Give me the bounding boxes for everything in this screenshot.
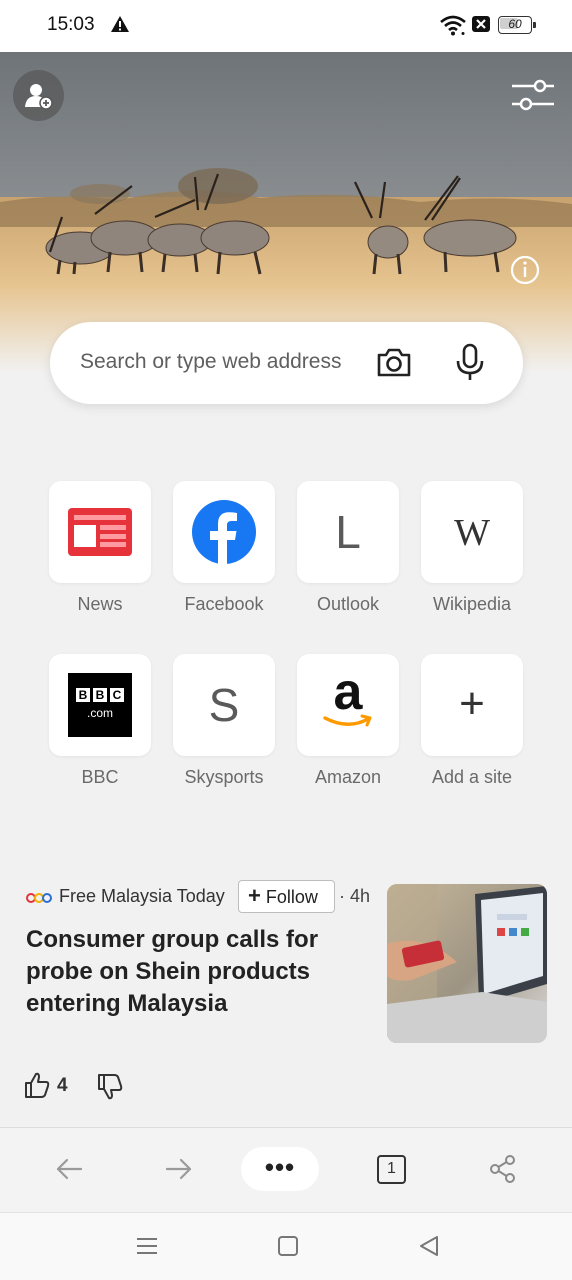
forward-arrow-icon[interactable] bbox=[165, 1155, 193, 1183]
bbc-logo-letter: B bbox=[93, 688, 107, 702]
letter-icon: L bbox=[335, 506, 361, 558]
top-site-label: Add a site bbox=[431, 767, 513, 787]
battery-level: 60 bbox=[508, 17, 522, 31]
camera-icon[interactable] bbox=[376, 345, 412, 379]
top-site-amazon[interactable]: a Amazon bbox=[297, 654, 401, 788]
status-time: 15:03 bbox=[47, 14, 95, 35]
top-site-label: Amazon bbox=[314, 767, 382, 787]
facebook-icon bbox=[192, 500, 256, 564]
bbc-logo-letter: C bbox=[110, 688, 124, 702]
plus-icon: + bbox=[248, 883, 261, 908]
plus-icon: + bbox=[459, 679, 485, 728]
top-site-wikipedia[interactable]: W Wikipedia bbox=[421, 481, 525, 615]
like-count: 4 bbox=[57, 1075, 68, 1096]
top-site-facebook[interactable]: Facebook bbox=[173, 481, 277, 615]
status-bar: 15:03 60 bbox=[0, 0, 572, 52]
menu-button[interactable]: ••• bbox=[241, 1147, 319, 1191]
top-site-label: BBC bbox=[81, 767, 119, 787]
warning-icon bbox=[111, 16, 129, 32]
add-profile-icon bbox=[25, 84, 53, 110]
follow-button[interactable]: + Follow bbox=[238, 880, 335, 913]
follow-label: Follow bbox=[265, 887, 318, 907]
amazon-smile-icon bbox=[323, 714, 372, 727]
bbc-logo-letter: B bbox=[76, 688, 90, 702]
search-input[interactable] bbox=[80, 350, 360, 374]
top-site-news[interactable]: News bbox=[49, 481, 153, 615]
top-site-label: Skysports bbox=[184, 767, 264, 787]
top-site-label: News bbox=[77, 594, 123, 614]
tabs-button[interactable]: 1 bbox=[377, 1155, 406, 1184]
sim-off-icon bbox=[472, 16, 490, 32]
info-icon[interactable] bbox=[510, 255, 540, 285]
search-bar[interactable] bbox=[50, 322, 523, 404]
back-arrow-icon[interactable] bbox=[55, 1155, 83, 1183]
top-site-label: Facebook bbox=[184, 594, 264, 614]
system-back-icon[interactable] bbox=[418, 1235, 440, 1257]
news-headline[interactable]: Consumer group calls for probe on Shein … bbox=[26, 924, 366, 1020]
letter-icon: S bbox=[208, 679, 240, 731]
profile-button[interactable] bbox=[13, 70, 64, 121]
top-site-skysports[interactable]: S Skysports bbox=[173, 654, 277, 788]
top-site-outlook[interactable]: L Outlook bbox=[297, 481, 401, 615]
share-icon[interactable] bbox=[489, 1154, 517, 1184]
settings-sliders-icon[interactable] bbox=[510, 76, 556, 116]
dislike-icon[interactable] bbox=[97, 1073, 123, 1101]
news-source[interactable]: Free Malaysia Today bbox=[59, 886, 225, 907]
news-thumbnail[interactable] bbox=[387, 884, 547, 1043]
wifi-icon bbox=[440, 15, 466, 36]
wikipedia-icon: W bbox=[454, 512, 490, 554]
top-site-label: Wikipedia bbox=[432, 594, 512, 614]
like-icon[interactable] bbox=[24, 1071, 50, 1099]
news-time: · 4h bbox=[339, 886, 371, 906]
source-logo-icon bbox=[26, 893, 52, 903]
microphone-icon[interactable] bbox=[454, 343, 486, 381]
add-site-button[interactable]: + Add a site bbox=[421, 654, 525, 788]
bbc-logo-sub: .com bbox=[86, 706, 113, 720]
bbc-icon: B B C .com bbox=[68, 673, 132, 737]
home-icon[interactable] bbox=[278, 1236, 298, 1256]
recent-apps-icon[interactable] bbox=[136, 1236, 158, 1256]
system-navigation-bar bbox=[0, 1212, 572, 1280]
amazon-icon: a bbox=[333, 663, 363, 721]
news-icon bbox=[68, 508, 132, 556]
browser-toolbar: ••• 1 bbox=[0, 1127, 572, 1212]
top-site-label: Outlook bbox=[316, 594, 380, 614]
battery-icon: 60 bbox=[498, 16, 536, 34]
top-site-bbc[interactable]: B B C .com BBC bbox=[49, 654, 153, 788]
